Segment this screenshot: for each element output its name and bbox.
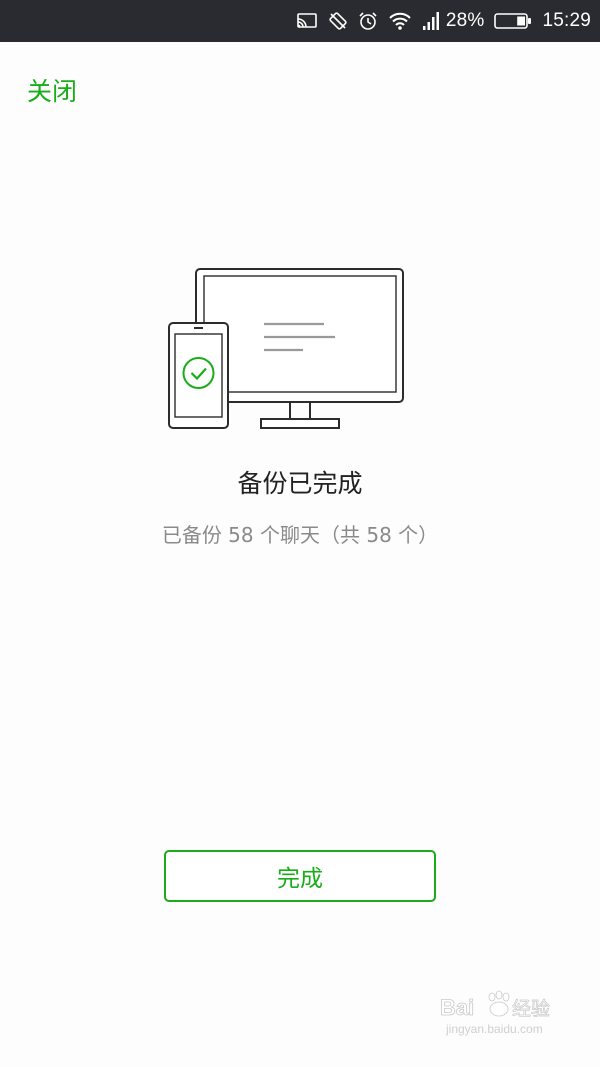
alarm-icon [358,11,378,31]
wifi-icon [388,11,412,31]
close-button[interactable]: 关闭 [27,72,77,108]
battery-icon [494,11,532,31]
cellular-signal-icon [422,11,440,31]
svg-text:jingyan.baidu.com: jingyan.baidu.com [445,1022,543,1036]
battery-fill [517,16,526,26]
no-signal-rotate-icon [328,11,348,31]
status-bar: 28% 15:29 [0,0,600,42]
backup-complete-title: 备份已完成 [237,469,363,498]
cast-icon [296,12,318,30]
backup-illustration [166,266,408,432]
baidu-jingyan-watermark: Bai 经验 jingyan.baidu.com [438,989,566,1039]
clock: 15:29 [542,10,591,31]
done-button[interactable]: 完成 [164,850,436,902]
backup-summary-text: 已备份 58 个聊天（共 58 个） [161,523,439,547]
svg-text:Bai: Bai [440,995,474,1020]
battery-percent: 28% [445,10,485,31]
svg-text:经验: 经验 [512,998,550,1020]
